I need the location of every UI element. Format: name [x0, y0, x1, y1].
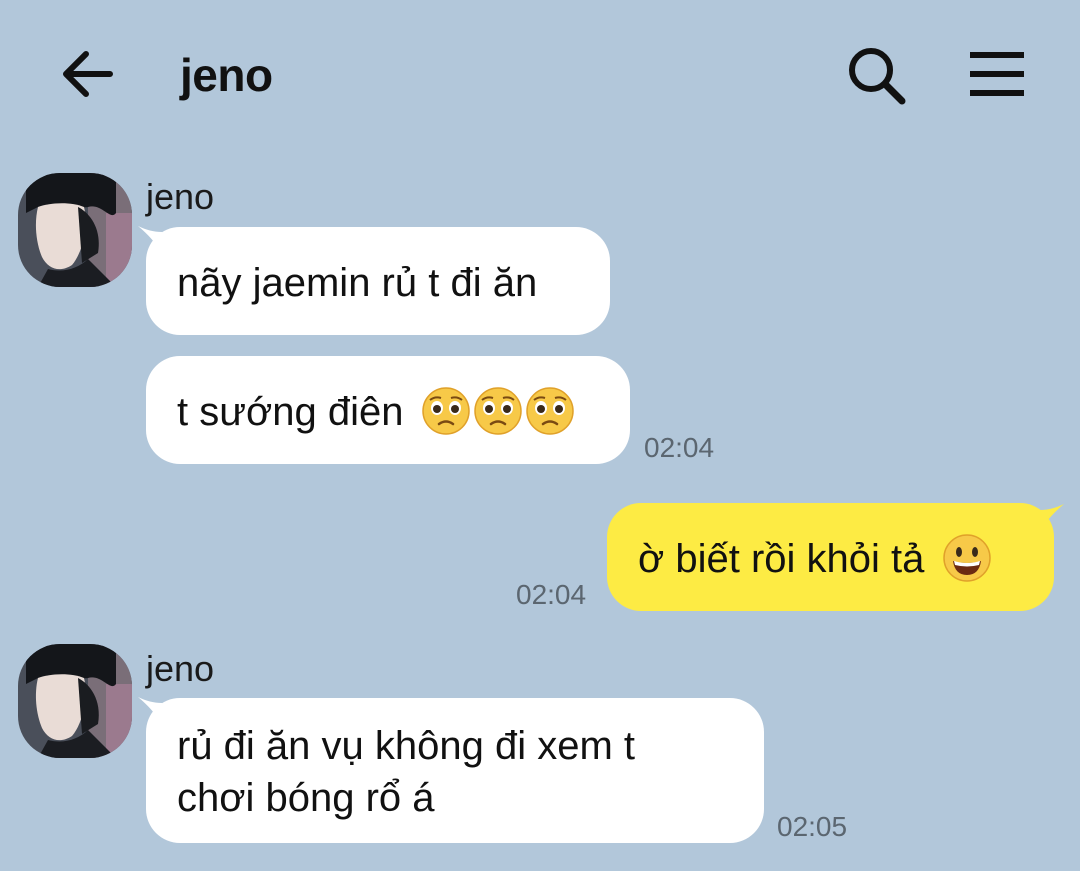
message-text-line: chơi bóng rổ á	[177, 776, 435, 820]
sender-name: jeno	[146, 648, 215, 689]
grinning-face-icon	[942, 534, 991, 583]
bubble-tail	[1040, 504, 1064, 530]
message-bubble-incoming[interactable]: rủ đi ăn vụ không đi xem t chơi bóng rổ …	[146, 698, 764, 843]
message-text-line: rủ đi ăn vụ không đi xem t	[177, 724, 636, 768]
pleading-face-icon	[473, 387, 522, 436]
message-text: t sướng điên	[177, 390, 404, 434]
arrow-left-icon	[63, 51, 113, 97]
search-icon	[849, 48, 906, 105]
chat-title: jeno	[180, 49, 273, 101]
message-timestamp: 02:04	[516, 579, 587, 610]
message-bubble-incoming[interactable]: nãy jaemin rủ t đi ăn	[146, 227, 610, 335]
avatar-photo	[18, 644, 132, 758]
message-timestamp: 02:04	[644, 432, 715, 463]
sender-name: jeno	[146, 176, 215, 217]
pleading-face-icon	[421, 387, 470, 436]
back-button[interactable]	[58, 46, 118, 102]
menu-button[interactable]	[966, 50, 1026, 98]
message-bubble-incoming[interactable]: t sướng điên	[146, 356, 630, 464]
message-timestamp: 02:05	[777, 811, 848, 842]
message-bubble-outgoing[interactable]: ờ biết rồi khỏi tả	[607, 503, 1054, 611]
pleading-face-icon	[525, 387, 574, 436]
search-button[interactable]	[846, 46, 908, 106]
chat-header: jeno	[0, 0, 1080, 150]
message-text: nãy jaemin rủ t đi ăn	[177, 261, 538, 305]
avatar[interactable]	[18, 644, 132, 758]
avatar[interactable]	[18, 173, 132, 287]
hamburger-menu-icon	[970, 52, 1024, 96]
message-text: ờ biết rồi khỏi tả	[638, 537, 925, 581]
avatar-photo	[18, 173, 132, 287]
